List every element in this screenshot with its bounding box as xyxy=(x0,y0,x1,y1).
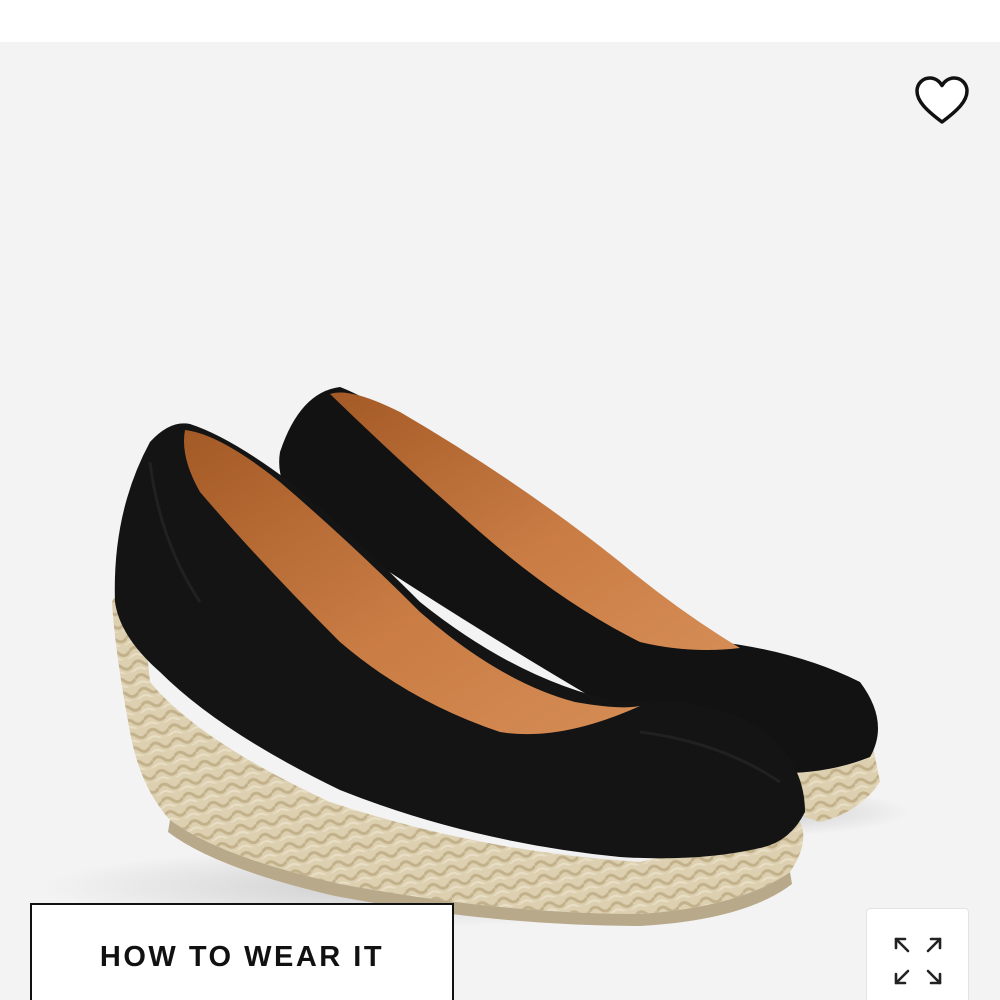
product-image xyxy=(40,387,910,927)
how-to-wear-label: HOW TO WEAR IT xyxy=(99,941,385,973)
expand-image-button[interactable] xyxy=(866,908,969,1000)
product-image-gallery[interactable]: HOW TO WEAR IT xyxy=(0,42,1000,1000)
expand-arrows-icon xyxy=(894,937,941,985)
top-bar xyxy=(0,0,1000,42)
how-to-wear-button[interactable]: HOW TO WEAR IT xyxy=(30,903,454,1000)
heart-outline-icon xyxy=(915,76,969,124)
wishlist-button[interactable] xyxy=(908,70,976,132)
